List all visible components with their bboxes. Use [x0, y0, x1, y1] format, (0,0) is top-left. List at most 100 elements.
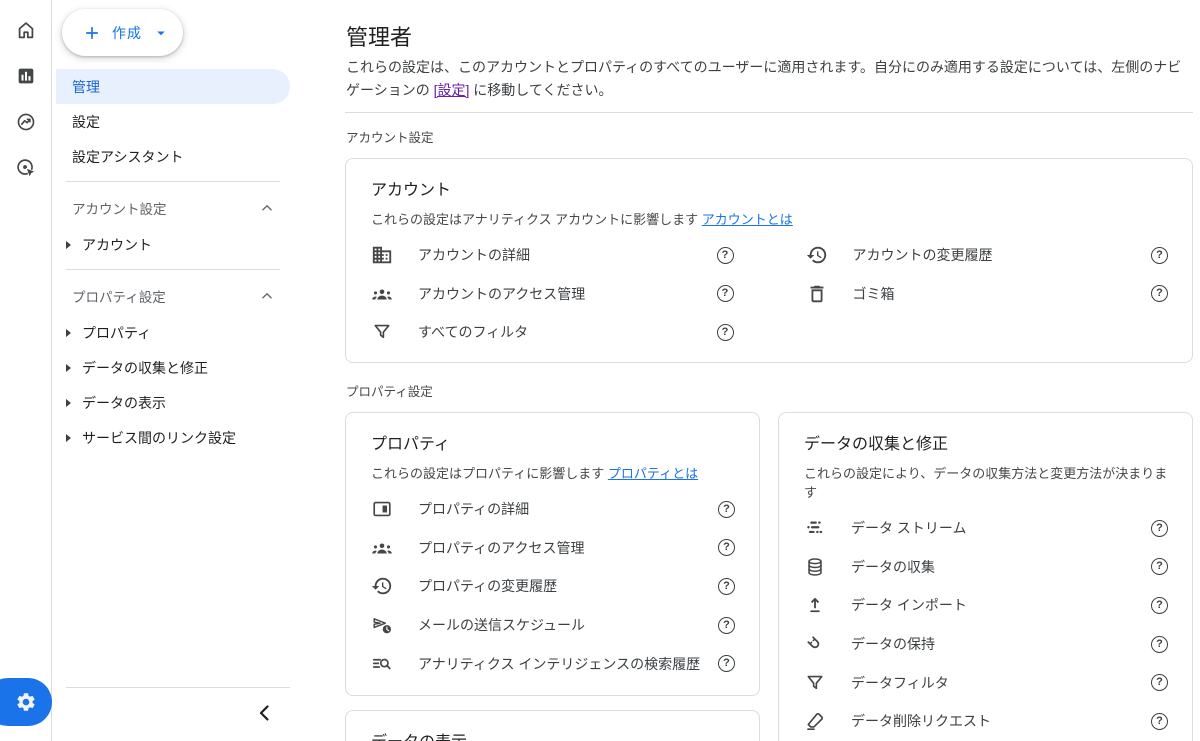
- expand-arrow-icon[interactable]: [66, 398, 71, 407]
- intro-text: これらの設定は、このアカウントとプロパティのすべてのユーザーに適用されます。自分…: [346, 56, 1194, 101]
- row-data-collection[interactable]: データの収集 ?: [804, 548, 1168, 587]
- data-stream-icon: [804, 517, 826, 539]
- row-property-access[interactable]: プロパティのアクセス管理 ?: [371, 529, 735, 568]
- send-schedule-icon: [371, 614, 393, 636]
- row-scheduled-emails[interactable]: メールの送信スケジュール ?: [371, 606, 735, 645]
- sidebar-item-product-links[interactable]: サービス間のリンク設定: [56, 420, 290, 455]
- help-icon[interactable]: ?: [1151, 558, 1168, 576]
- help-icon[interactable]: ?: [716, 285, 734, 303]
- sidebar-item-settings[interactable]: 設定: [56, 104, 290, 139]
- section-label-property: プロパティ設定: [346, 385, 433, 399]
- explore-icon[interactable]: [15, 111, 37, 133]
- row-label: データフィルタ: [851, 674, 949, 691]
- row-data-streams[interactable]: データ ストリーム ?: [804, 509, 1168, 548]
- account-learn-link[interactable]: アカウントとは: [702, 212, 793, 227]
- row-trash-can[interactable]: ゴミ箱 ?: [806, 275, 1168, 314]
- page-title: 管理者: [346, 25, 413, 50]
- row-label: プロパティの変更履歴: [418, 578, 558, 595]
- divider: [66, 269, 280, 270]
- card-title: アカウント: [371, 182, 452, 199]
- row-label: アナリティクス インテリジェンスの検索履歴: [418, 655, 701, 672]
- reports-icon[interactable]: [15, 65, 37, 87]
- help-icon[interactable]: ?: [718, 577, 735, 595]
- row-label: データ ストリーム: [851, 520, 967, 537]
- account-card: アカウント これらの設定はアナリティクス アカウントに影響します アカウントとは…: [345, 158, 1193, 363]
- expand-arrow-icon[interactable]: [66, 328, 71, 337]
- property-learn-link[interactable]: プロパティとは: [608, 466, 698, 481]
- advertising-icon[interactable]: [15, 157, 37, 179]
- section-header-account-settings[interactable]: アカウント設定: [56, 189, 290, 227]
- help-icon[interactable]: ?: [1151, 712, 1168, 730]
- sidebar-item-setup-assistant[interactable]: 設定アシスタント: [56, 139, 290, 174]
- divider: [66, 181, 280, 182]
- help-icon[interactable]: ?: [718, 616, 735, 634]
- help-icon[interactable]: ?: [1151, 519, 1168, 537]
- row-intelligence-search-history[interactable]: アナリティクス インテリジェンスの検索履歴 ?: [371, 644, 735, 683]
- row-label: アカウントの変更履歴: [852, 247, 993, 264]
- row-all-filters[interactable]: すべてのフィルタ ?: [371, 313, 734, 352]
- row-data-deletion-requests[interactable]: データ削除リクエスト ?: [804, 702, 1168, 741]
- chevron-up-icon: [258, 199, 276, 217]
- collapse-sidebar-button[interactable]: [253, 701, 277, 725]
- card-subtitle: これらの設定はアナリティクス アカウントに影響します アカウントとは: [371, 209, 1168, 228]
- sidebar-item-data-collection[interactable]: データの収集と修正: [56, 350, 290, 385]
- eraser-icon: [804, 710, 826, 732]
- property-card: プロパティ これらの設定はプロパティに影響します プロパティとは プロパティの詳…: [345, 412, 760, 696]
- row-property-change-history[interactable]: プロパティの変更履歴 ?: [371, 567, 735, 606]
- sidebar-item-property[interactable]: プロパティ: [56, 315, 290, 350]
- row-account-details[interactable]: アカウントの詳細 ?: [371, 236, 734, 275]
- row-property-details[interactable]: プロパティの詳細 ?: [371, 490, 735, 529]
- admin-settings-button[interactable]: [0, 678, 52, 726]
- help-icon[interactable]: ?: [716, 323, 734, 341]
- divider: [345, 112, 1193, 113]
- row-account-access[interactable]: アカウントのアクセス管理 ?: [371, 275, 734, 314]
- card-title: データの表示: [371, 728, 735, 741]
- admin-sidebar: 作成 管理 設定 設定アシスタント アカウント設定 アカウント プロパティ設定 …: [52, 0, 345, 741]
- help-icon[interactable]: ?: [718, 500, 735, 518]
- sidebar-item-admin[interactable]: 管理: [56, 69, 290, 104]
- ga-admin-page: 作成 管理 設定 設定アシスタント アカウント設定 アカウント プロパティ設定 …: [0, 0, 1200, 741]
- section-label-account: アカウント設定: [346, 131, 434, 145]
- help-icon[interactable]: ?: [1151, 635, 1168, 653]
- row-label: プロパティの詳細: [418, 501, 530, 518]
- expand-arrow-icon[interactable]: [66, 363, 71, 372]
- settings-link[interactable]: [設定]: [434, 82, 470, 98]
- search-history-icon: [371, 653, 393, 675]
- help-icon[interactable]: ?: [1151, 285, 1168, 303]
- help-icon[interactable]: ?: [1151, 596, 1168, 614]
- sidebar-item-label: 設定アシスタント: [72, 148, 184, 165]
- create-button[interactable]: 作成: [62, 9, 183, 56]
- building-icon: [371, 244, 393, 266]
- help-icon[interactable]: ?: [1151, 674, 1168, 692]
- card-subtitle: これらの設定はプロパティに影響します プロパティとは: [371, 463, 735, 482]
- help-icon[interactable]: ?: [718, 539, 735, 557]
- row-data-retention[interactable]: データの保持 ?: [804, 625, 1168, 664]
- card-subtitle-text: これらの設定はプロパティに影響します: [371, 466, 608, 481]
- sidebar-item-account[interactable]: アカウント: [56, 227, 290, 262]
- row-account-change-history[interactable]: アカウントの変更履歴 ?: [806, 236, 1168, 275]
- help-icon[interactable]: ?: [716, 246, 734, 264]
- row-data-filters[interactable]: データフィルタ ?: [804, 663, 1168, 702]
- data-display-card: データの表示: [345, 710, 760, 741]
- row-data-import[interactable]: データ インポート ?: [804, 586, 1168, 625]
- chevron-left-icon: [253, 701, 277, 725]
- filter-icon: [371, 321, 393, 343]
- section-header-property-settings[interactable]: プロパティ設定: [56, 277, 290, 315]
- expand-arrow-icon[interactable]: [66, 240, 71, 249]
- property-details-icon: [371, 498, 393, 520]
- chevron-up-icon: [258, 287, 276, 305]
- sidebar-child-label: データの表示: [82, 394, 166, 411]
- help-icon[interactable]: ?: [1151, 246, 1168, 264]
- row-label: アカウントのアクセス管理: [418, 285, 586, 302]
- home-icon[interactable]: [15, 19, 37, 41]
- left-rail: [0, 0, 52, 741]
- row-label: アカウントの詳細: [418, 247, 530, 264]
- help-icon[interactable]: ?: [718, 655, 735, 673]
- row-label: ゴミ箱: [852, 285, 895, 302]
- row-label: すべてのフィルタ: [418, 324, 529, 341]
- expand-arrow-icon[interactable]: [66, 433, 71, 442]
- history-icon: [806, 244, 828, 266]
- gear-icon: [15, 691, 37, 713]
- sidebar-item-data-display[interactable]: データの表示: [56, 385, 290, 420]
- people-icon: [371, 537, 393, 559]
